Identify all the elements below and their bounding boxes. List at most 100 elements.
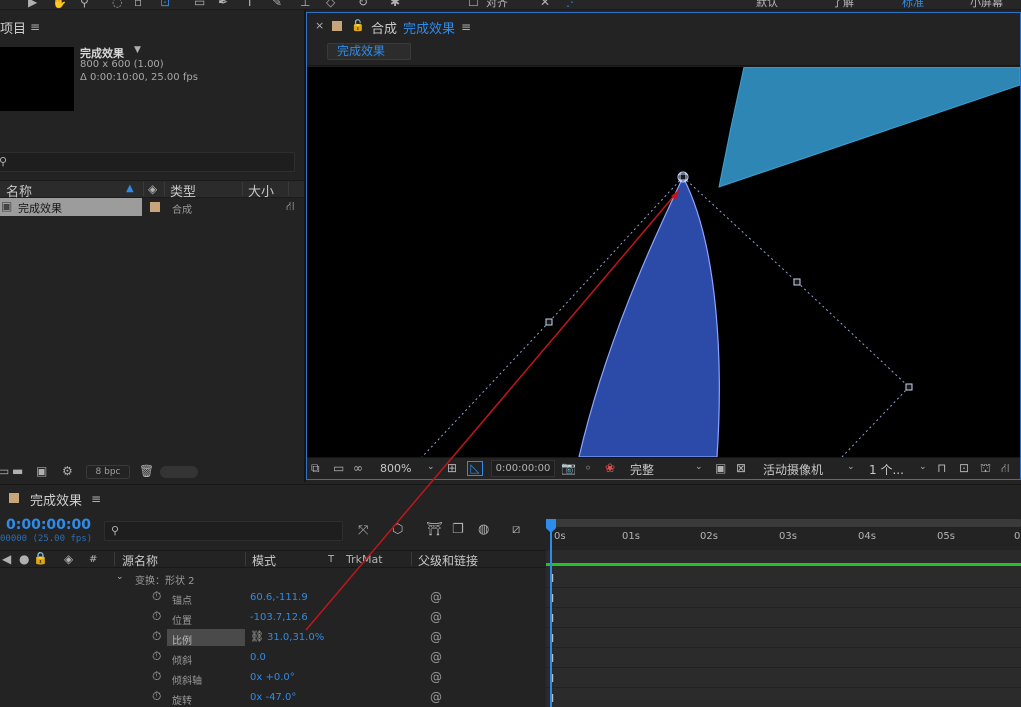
chevron-down-icon[interactable]: ▼	[134, 46, 141, 55]
column-source-name[interactable]: 源名称	[122, 552, 158, 569]
project-scroll-slider[interactable]	[160, 466, 198, 478]
hand-tool-icon[interactable]: ✋	[52, 0, 67, 8]
property-value[interactable]: 0x +0.0°	[250, 672, 295, 683]
stopwatch-icon[interactable]: ⏱	[152, 650, 161, 662]
roto-brush-tool-icon[interactable]: ↻	[358, 0, 368, 8]
interpret-footage-icon[interactable]: ▭	[0, 465, 9, 477]
timeline-tab-title[interactable]: 完成效果	[30, 490, 82, 509]
workspace-learn[interactable]: 了解	[832, 0, 854, 9]
project-item-name[interactable]: 完成效果	[18, 200, 62, 216]
workspace-default[interactable]: 默认	[756, 0, 778, 9]
show-snapshot-icon[interactable]: ⚬	[583, 462, 593, 474]
selection-tool-icon[interactable]: ▶	[28, 0, 37, 8]
frame-blending-icon[interactable]: ❐	[452, 523, 464, 536]
viewer-tab-prefix[interactable]: 合成	[371, 18, 397, 37]
camera-dropdown[interactable]: 活动摄像机	[763, 461, 823, 478]
teal-shape[interactable]	[718, 67, 1020, 188]
stopwatch-icon[interactable]: ⏱	[152, 690, 161, 702]
anchor-point-center[interactable]	[679, 173, 687, 181]
timeline-search-input[interactable]: ⚲	[104, 521, 343, 541]
path-handle[interactable]	[905, 383, 913, 391]
property-value[interactable]: -103.7,12.6	[250, 612, 308, 623]
pen-tool-icon[interactable]: ✒	[218, 0, 228, 8]
monitor-icon[interactable]: ▭	[333, 462, 344, 474]
property-value[interactable]: 0x -47.0°	[250, 692, 296, 703]
zoom-dropdown[interactable]: 800%	[380, 462, 411, 475]
lock-icon[interactable]: 🔓	[351, 20, 365, 31]
sort-ascending-icon[interactable]: ▲	[126, 184, 134, 194]
chevron-down-icon[interactable]: ⌄	[847, 463, 855, 472]
comp-navigator-chip[interactable]: 完成效果	[327, 43, 411, 60]
align-label[interactable]: 对齐	[486, 0, 508, 9]
color-channels-icon[interactable]: ❀	[605, 462, 615, 474]
snap-icon[interactable]: ✕	[540, 0, 550, 8]
panel-menu-icon[interactable]: ≡	[461, 21, 471, 33]
stopwatch-icon[interactable]: ⏱	[152, 630, 161, 642]
camera-tool-icon[interactable]: ▫	[134, 0, 142, 8]
project-item-row[interactable]: ▣ 完成效果 合成 ⛙	[0, 198, 304, 216]
stopwatch-icon[interactable]: ⏱	[152, 590, 161, 602]
path-handle[interactable]	[545, 318, 553, 326]
pick-whip-icon[interactable]: @	[430, 610, 442, 624]
rotate-tool-icon[interactable]: ◌	[112, 0, 122, 8]
close-icon[interactable]: ×	[315, 20, 324, 31]
new-composition-icon[interactable]: ▣	[36, 465, 47, 477]
reset-exposure-icon[interactable]: ⊡	[959, 462, 969, 474]
snap-options-icon[interactable]: ⋰	[566, 0, 578, 8]
project-search-input[interactable]: ⚲	[0, 152, 295, 172]
region-of-interest-icon[interactable]: ◺	[467, 461, 483, 476]
eraser-tool-icon[interactable]: ◇	[326, 0, 335, 8]
property-row-position[interactable]: ⏱ 位置 -103.7,12.6 @	[0, 608, 546, 628]
views-dropdown[interactable]: 1 个...	[869, 461, 904, 478]
playhead[interactable]	[550, 519, 552, 707]
property-row-skew[interactable]: ⏱ 倾斜 0.0 @	[0, 648, 546, 668]
bit-depth-button[interactable]: 8 bpc	[86, 465, 130, 479]
flowchart-view-icon[interactable]: ⛫	[980, 462, 991, 474]
type-tool-icon[interactable]: T	[246, 0, 253, 8]
column-parent-link[interactable]: 父级和链接	[418, 552, 478, 569]
time-ruler[interactable]: 0s 01s 02s 03s 04s 05s 0	[546, 519, 1021, 549]
clone-stamp-tool-icon[interactable]: ⊥	[300, 0, 310, 8]
timeline-track-area[interactable]: I I I I I I I	[546, 550, 1021, 707]
path-handle[interactable]	[793, 278, 801, 286]
work-area-bar[interactable]	[548, 519, 1021, 527]
transform-group-row[interactable]: ⌄ 变换：形状 2	[0, 569, 546, 589]
chevron-down-icon[interactable]: ⌄	[695, 463, 703, 472]
pick-whip-icon[interactable]: @	[430, 590, 442, 604]
panel-menu-icon[interactable]: ≡	[30, 21, 40, 33]
panel-menu-icon[interactable]: ≡	[91, 493, 101, 505]
new-folder-icon[interactable]: ▬	[12, 465, 23, 477]
3d-renderer-icon[interactable]: ⛙	[1001, 462, 1009, 474]
blue-shape[interactable]	[578, 175, 720, 457]
comp-label-color[interactable]	[332, 21, 342, 31]
flowchart-icon[interactable]: ⛙	[286, 200, 294, 212]
resolution-dropdown[interactable]: 完整	[630, 461, 654, 478]
project-panel-title[interactable]: 项目	[0, 18, 26, 38]
comp-label-color[interactable]	[9, 493, 19, 503]
viewer-timecode[interactable]: 0:00:00:00	[491, 460, 555, 477]
pan-behind-tool-icon[interactable]: ⊡	[160, 0, 170, 8]
chevron-down-icon[interactable]: ⌄	[116, 573, 124, 582]
project-item-label-color[interactable]	[150, 202, 160, 212]
workspace-small-screen[interactable]: 小屏幕	[970, 0, 1003, 9]
mask-visibility-icon[interactable]: ∞	[353, 462, 363, 474]
column-mode[interactable]: 模式	[252, 552, 276, 569]
transparency-grid-icon[interactable]: ⊠	[736, 462, 746, 474]
align-checkbox[interactable]: ☐	[468, 0, 479, 8]
draft-3d-icon[interactable]: ⬡	[392, 523, 403, 536]
audio-icon[interactable]: ◀	[2, 553, 11, 565]
shy-layers-icon[interactable]: ⛩	[426, 523, 443, 536]
pick-whip-icon[interactable]: @	[430, 650, 442, 664]
safe-margins-icon[interactable]: ⊞	[447, 462, 457, 474]
column-trkmat[interactable]: TrkMat	[346, 553, 383, 566]
chevron-down-icon[interactable]: ⌄	[919, 463, 927, 472]
property-row-skew-axis[interactable]: ⏱ 倾斜轴 0x +0.0° @	[0, 668, 546, 688]
puppet-tool-icon[interactable]: ✱	[390, 0, 400, 8]
label-tag-icon[interactable]: ◈	[148, 183, 157, 195]
chevron-down-icon[interactable]: ⌄	[427, 463, 435, 472]
property-value[interactable]: 0.0	[250, 652, 266, 663]
property-value[interactable]: 60.6,-111.9	[250, 592, 308, 603]
current-time-display[interactable]: 0:00:00:00	[6, 517, 91, 533]
snapshot-camera-icon[interactable]: 📷	[561, 462, 576, 474]
property-row-anchor-point[interactable]: ⏱ 锚点 60.6,-111.9 @	[0, 588, 546, 608]
